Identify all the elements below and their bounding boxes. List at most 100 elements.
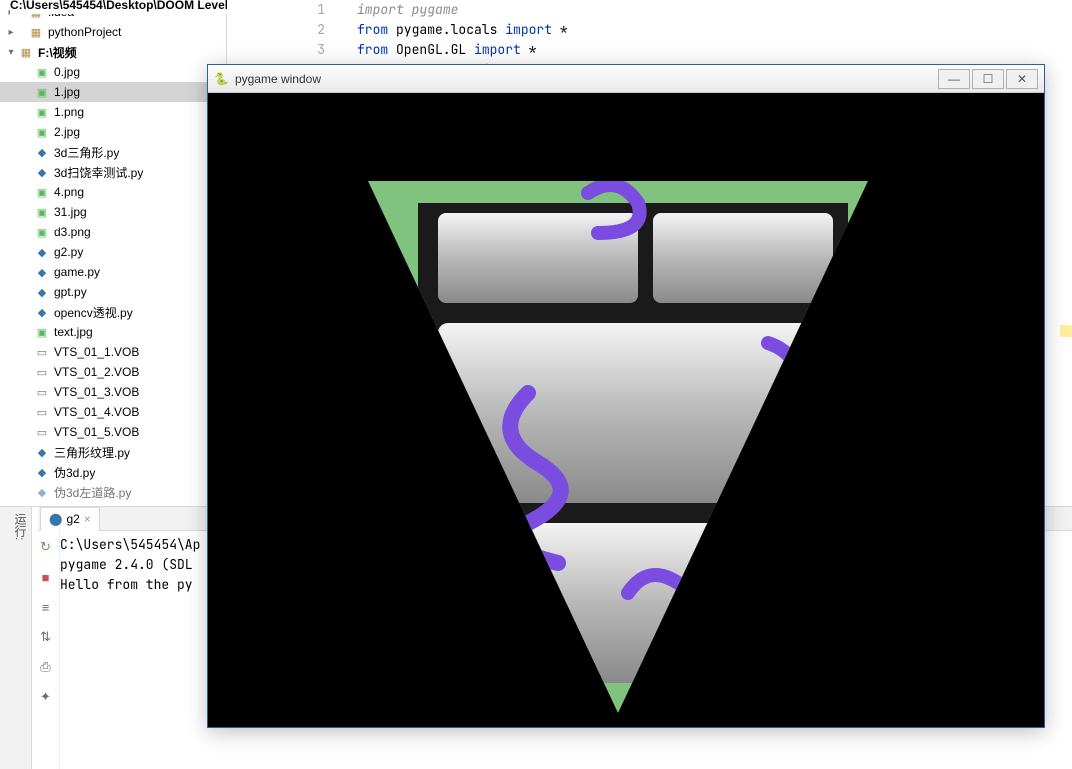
minimize-button[interactable]: — — [938, 69, 970, 89]
image-file-icon: ▣ — [34, 204, 50, 220]
tree-item-label: d3.png — [54, 225, 91, 239]
pygame-window[interactable]: 🐍 pygame window — ☐ ✕ — [207, 64, 1045, 728]
code-line[interactable]: import pygame — [357, 0, 568, 20]
file-icon: ▭ — [34, 424, 50, 440]
run-toolbar: ↻ ■ ≡ ⇅ ⎙ ✦ — [32, 507, 60, 769]
run-console[interactable]: C:\Users\545454\Ap pygame 2.4.0 (SDL Hel… — [60, 535, 200, 595]
python-file-icon: ◆ — [34, 244, 50, 260]
tree-file-item[interactable]: ◆伪3d左道路.py — [0, 482, 226, 502]
maximize-button[interactable]: ☐ — [972, 69, 1004, 89]
tree-item-label: 1.jpg — [54, 85, 80, 99]
tree-item-label: 0.jpg — [54, 65, 80, 79]
pin-icon[interactable]: ✦ — [36, 687, 56, 707]
tree-item-label: 3d扫饶幸测试.py — [54, 164, 143, 181]
tree-file-item[interactable]: ▣1.jpg — [0, 82, 226, 102]
image-file-icon: ▣ — [34, 224, 50, 240]
python-file-icon: ◆ — [34, 264, 50, 280]
tree-item-label: g2.py — [54, 245, 83, 259]
run-tab-g2[interactable]: ⬤ g2 × — [40, 507, 100, 531]
layout-icon[interactable]: ⇅ — [36, 627, 56, 647]
tree-file-item[interactable]: ▭ VTS_01_2.VOB — [0, 362, 226, 382]
tree-file-item[interactable]: ▣ d3.png — [0, 222, 226, 242]
tree-item-label: 伪3d.py — [54, 464, 95, 481]
tree-item-label: 伪3d左道路.py — [54, 484, 131, 501]
python-file-icon: ◆ — [34, 464, 50, 480]
project-tree[interactable]: ▸ ▦ .idea ▸ ▦ pythonProject ▾ ▦ F:\视频 ▣0… — [0, 0, 227, 506]
tree-file-item[interactable]: ◆ gpt.py — [0, 282, 226, 302]
tree-file-item[interactable]: ◆opencv透视.py — [0, 302, 226, 322]
tree-item-label: VTS_01_3.VOB — [54, 385, 139, 399]
file-icon: ▭ — [34, 384, 50, 400]
console-line: C:\Users\545454\Ap — [60, 535, 200, 555]
tree-item-label: F:\视频 — [38, 44, 77, 61]
tree-item-label: VTS_01_2.VOB — [54, 365, 139, 379]
code-line[interactable]: from OpenGL.GL import * — [357, 40, 568, 60]
python-icon: ⬤ — [49, 512, 62, 526]
tree-folder-pythonproject[interactable]: ▸ ▦ pythonProject — [0, 22, 226, 42]
tree-item-label: VTS_01_5.VOB — [54, 425, 139, 439]
tree-item-label: opencv透视.py — [54, 304, 133, 321]
python-file-icon: ◆ — [34, 284, 50, 300]
pygame-window-title: pygame window — [235, 72, 938, 86]
tree-item-label: 三角形纹理.py — [54, 444, 130, 461]
file-icon: ▭ — [34, 364, 50, 380]
print-icon[interactable]: ⎙ — [36, 657, 56, 677]
pygame-titlebar[interactable]: 🐍 pygame window — ☐ ✕ — [208, 65, 1044, 93]
tree-file-item[interactable]: ◆ game.py — [0, 262, 226, 282]
tree-file-item[interactable]: ▭ VTS_01_4.VOB — [0, 402, 226, 422]
tree-file-item[interactable]: ▣ 0.jpg — [0, 62, 226, 82]
image-file-icon: ▣ — [34, 104, 50, 120]
file-icon: ▭ — [34, 404, 50, 420]
tree-file-item[interactable]: ▣2.jpg — [0, 122, 226, 142]
python-file-icon: ◆ — [34, 144, 50, 160]
tree-item-label: 4.png — [54, 185, 84, 199]
tree-file-item[interactable]: ▣ 1.png — [0, 102, 226, 122]
tree-file-item[interactable]: ◆三角形纹理.py — [0, 442, 226, 462]
tree-item-label: gpt.py — [54, 285, 87, 299]
tree-item-label: VTS_01_4.VOB — [54, 405, 139, 419]
rerun-icon[interactable]: ↻ — [36, 537, 56, 557]
tree-file-item[interactable]: ▭ VTS_01_5.VOB — [0, 422, 226, 442]
tree-file-item[interactable]: ◆伪3d.py — [0, 462, 226, 482]
tree-root-fvideo[interactable]: ▾ ▦ F:\视频 — [0, 42, 226, 62]
tree-file-item[interactable]: ▭VTS_01_1.VOB — [0, 342, 226, 362]
python-file-icon: ◆ — [34, 484, 50, 500]
tree-item-label: game.py — [54, 265, 100, 279]
top-path-fragment: C:\Users\545454\Desktop\DOOM Level Vie..… — [10, 0, 259, 14]
chevron-right-icon[interactable]: ▸ — [4, 27, 18, 38]
pygame-icon: 🐍 — [214, 72, 229, 86]
console-line: Hello from the py — [60, 575, 200, 595]
tree-file-item[interactable]: ◆3d扫饶幸测试.py — [0, 162, 226, 182]
image-file-icon: ▣ — [34, 124, 50, 140]
image-file-icon: ▣ — [34, 324, 50, 340]
image-file-icon: ▣ — [34, 184, 50, 200]
tree-file-item[interactable]: ▣ text.jpg — [0, 322, 226, 342]
tree-item-label: 1.png — [54, 105, 84, 119]
editor-marker — [1060, 325, 1072, 337]
tree-item-label: 31.jpg — [54, 205, 87, 219]
tree-file-item[interactable]: ▣ 4.png — [0, 182, 226, 202]
tree-file-item[interactable]: ◆ g2.py — [0, 242, 226, 262]
close-icon[interactable]: × — [84, 512, 91, 526]
run-tab-label: g2 — [66, 512, 79, 526]
close-button[interactable]: ✕ — [1006, 69, 1038, 89]
window-controls: — ☐ ✕ — [938, 69, 1038, 89]
chevron-down-icon[interactable]: ▾ — [4, 47, 18, 58]
python-file-icon: ◆ — [34, 304, 50, 320]
line-number: 2 — [297, 20, 325, 40]
tree-file-item[interactable]: ▭ VTS_01_3.VOB — [0, 382, 226, 402]
tree-item-label: 3d三角形.py — [54, 144, 119, 161]
pygame-canvas — [208, 93, 1044, 727]
step-icon[interactable]: ≡ — [36, 597, 56, 617]
tree-file-item[interactable]: ◆3d三角形.py — [0, 142, 226, 162]
folder-icon: ▦ — [18, 44, 34, 60]
run-panel-label[interactable]: 运行: — [0, 507, 32, 769]
tree-item-label: text.jpg — [54, 325, 93, 339]
tree-file-item[interactable]: ▣ 31.jpg — [0, 202, 226, 222]
python-file-icon: ◆ — [34, 444, 50, 460]
python-file-icon: ◆ — [34, 164, 50, 180]
stop-icon[interactable]: ■ — [36, 567, 56, 587]
image-file-icon: ▣ — [34, 64, 50, 80]
line-number: 3 — [297, 40, 325, 60]
code-line[interactable]: from pygame.locals import * — [357, 20, 568, 40]
